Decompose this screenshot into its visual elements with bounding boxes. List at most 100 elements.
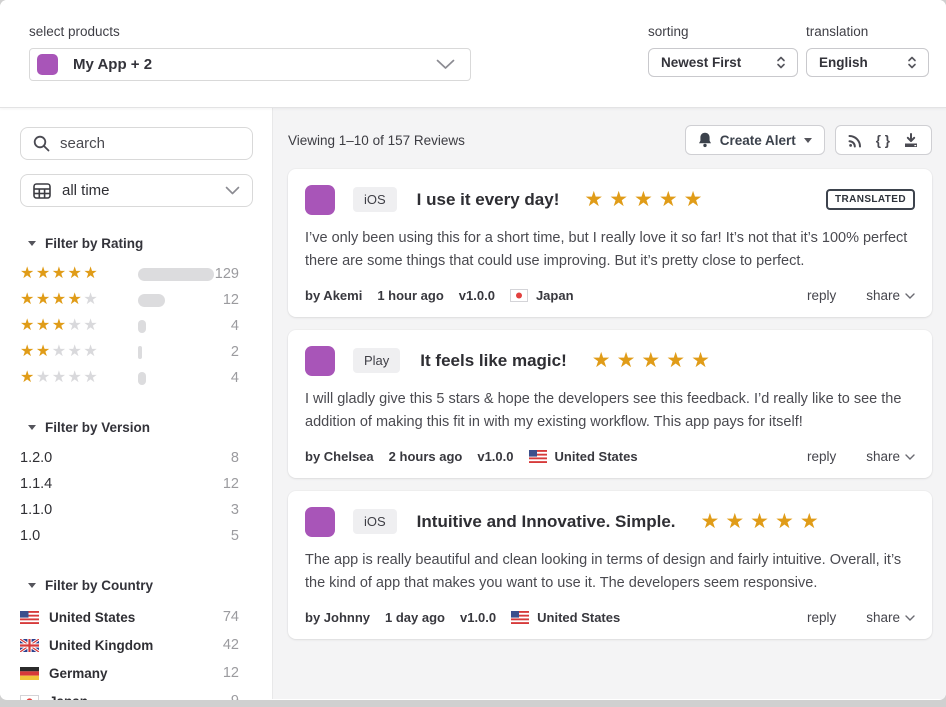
star-rating-icons: ★★★★★	[20, 292, 138, 308]
app-avatar	[305, 346, 335, 376]
review-title: It feels like magic!	[420, 351, 566, 371]
search-input[interactable]	[60, 135, 240, 152]
platform-badge: iOS	[353, 509, 397, 534]
review-body: The app is really beautiful and clean lo…	[305, 549, 915, 595]
review-version: v1.0.0	[459, 288, 495, 303]
rating-filter-row-4[interactable]: ★★★★★ 12	[20, 287, 239, 313]
germany-flag-icon	[20, 667, 39, 680]
country-count: 74	[223, 609, 239, 625]
calendar-icon	[33, 182, 51, 199]
sorting-label: sorting	[648, 24, 798, 39]
star-rating-icons: ★★★★★	[20, 370, 138, 386]
review-title: Intuitive and Innovative. Simple.	[417, 512, 676, 532]
review-card: iOS Intuitive and Innovative. Simple. ★★…	[288, 491, 932, 639]
download-csv-icon[interactable]	[903, 133, 919, 148]
search-icon	[33, 135, 50, 152]
country-filter-header[interactable]: Filter by Country	[28, 578, 239, 593]
rating-filter-header[interactable]: Filter by Rating	[28, 236, 239, 251]
share-link[interactable]: share	[866, 610, 915, 625]
app-window: select products My App + 2 sorting Newes…	[0, 0, 946, 700]
rating-count: 4	[231, 370, 239, 386]
version-filter-header[interactable]: Filter by Version	[28, 420, 239, 435]
uk-flag-icon	[20, 639, 39, 652]
review-time: 2 hours ago	[389, 449, 463, 464]
review-version: v1.0.0	[460, 610, 496, 625]
country-label: Japan	[49, 694, 88, 701]
version-filter-row[interactable]: 1.2.0 8	[20, 445, 239, 471]
review-title: I use it every day!	[417, 190, 560, 210]
product-selector[interactable]: My App + 2	[29, 48, 471, 81]
review-author: by Chelsea	[305, 449, 374, 464]
country-filter-row-de[interactable]: Germany 12	[20, 659, 239, 687]
rating-filter-row-1[interactable]: ★★★★★ 4	[20, 365, 239, 391]
review-author: by Akemi	[305, 288, 362, 303]
create-alert-button[interactable]: Create Alert	[685, 125, 825, 155]
country-label: United Kingdom	[49, 638, 153, 653]
platform-badge: iOS	[353, 187, 397, 212]
version-label: 1.1.0	[20, 502, 52, 518]
version-filter-row[interactable]: 1.1.0 3	[20, 497, 239, 523]
time-filter-select[interactable]: all time	[20, 174, 253, 207]
sorting-select-value: Newest First	[661, 55, 741, 70]
country-count: 9	[231, 693, 239, 700]
country-label: Germany	[49, 666, 108, 681]
rating-filter-row-5[interactable]: ★★★★★ 129	[20, 261, 239, 287]
rating-filter-row-2[interactable]: ★★★★★ 2	[20, 339, 239, 365]
rating-bar	[138, 268, 214, 281]
review-country: United States	[555, 449, 638, 464]
share-link[interactable]: share	[866, 449, 915, 464]
version-filter-row[interactable]: 1.0 5	[20, 523, 239, 549]
us-flag-icon	[529, 450, 547, 463]
star-rating-icons: ★★★★★	[20, 318, 138, 334]
select-arrows-icon	[774, 55, 788, 70]
rating-count: 12	[223, 292, 239, 308]
rating-count: 129	[215, 266, 239, 282]
share-link[interactable]: share	[866, 288, 915, 303]
review-body: I’ve only been using this for a short ti…	[305, 227, 915, 273]
rating-bar	[138, 372, 214, 385]
star-rating-icons: ★★★★★	[20, 266, 138, 282]
translation-select-value: English	[819, 55, 868, 70]
reviews-panel: Viewing 1–10 of 157 Reviews Create Alert	[273, 108, 946, 699]
product-color-swatch	[37, 54, 58, 75]
translation-select[interactable]: English	[806, 48, 929, 77]
country-filter-row-gb[interactable]: United Kingdom 42	[20, 631, 239, 659]
sorting-select[interactable]: Newest First	[648, 48, 798, 77]
reply-link[interactable]: reply	[807, 288, 836, 303]
chevron-down-icon	[905, 293, 915, 299]
reply-link[interactable]: reply	[807, 449, 836, 464]
us-flag-icon	[20, 611, 39, 624]
version-label: 1.2.0	[20, 450, 52, 466]
top-bar: select products My App + 2 sorting Newes…	[0, 0, 946, 108]
version-label: 1.0	[20, 528, 40, 544]
star-rating-icons: ★★★★★	[592, 350, 716, 371]
viewing-summary: Viewing 1–10 of 157 Reviews	[288, 133, 465, 148]
country-filter-row-us[interactable]: United States 74	[20, 603, 239, 631]
japan-flag-icon	[20, 695, 39, 701]
rating-bar	[138, 294, 214, 307]
japan-flag-icon	[510, 289, 528, 302]
review-card: Play It feels like magic! ★★★★★ I will g…	[288, 330, 932, 478]
country-count: 42	[223, 637, 239, 653]
review-version: v1.0.0	[477, 449, 513, 464]
review-time: 1 day ago	[385, 610, 445, 625]
version-count: 12	[223, 476, 239, 492]
version-count: 5	[231, 528, 239, 544]
version-filter-row[interactable]: 1.1.4 12	[20, 471, 239, 497]
json-export-icon[interactable]: { }	[876, 133, 890, 148]
caret-down-icon	[804, 138, 812, 143]
collapse-triangle-icon	[28, 241, 36, 246]
collapse-triangle-icon	[28, 583, 36, 588]
chevron-down-icon	[436, 59, 455, 70]
country-filter-row-jp[interactable]: Japan 9	[20, 687, 239, 700]
review-body: I will gladly give this 5 stars & hope t…	[305, 388, 915, 434]
star-rating-icons: ★★★★★	[20, 344, 138, 360]
rss-feed-icon[interactable]	[848, 133, 863, 148]
rating-count: 2	[231, 344, 239, 360]
search-box	[20, 127, 253, 160]
reply-link[interactable]: reply	[807, 610, 836, 625]
collapse-triangle-icon	[28, 425, 36, 430]
review-time: 1 hour ago	[377, 288, 443, 303]
rating-filter-row-3[interactable]: ★★★★★ 4	[20, 313, 239, 339]
version-label: 1.1.4	[20, 476, 52, 492]
